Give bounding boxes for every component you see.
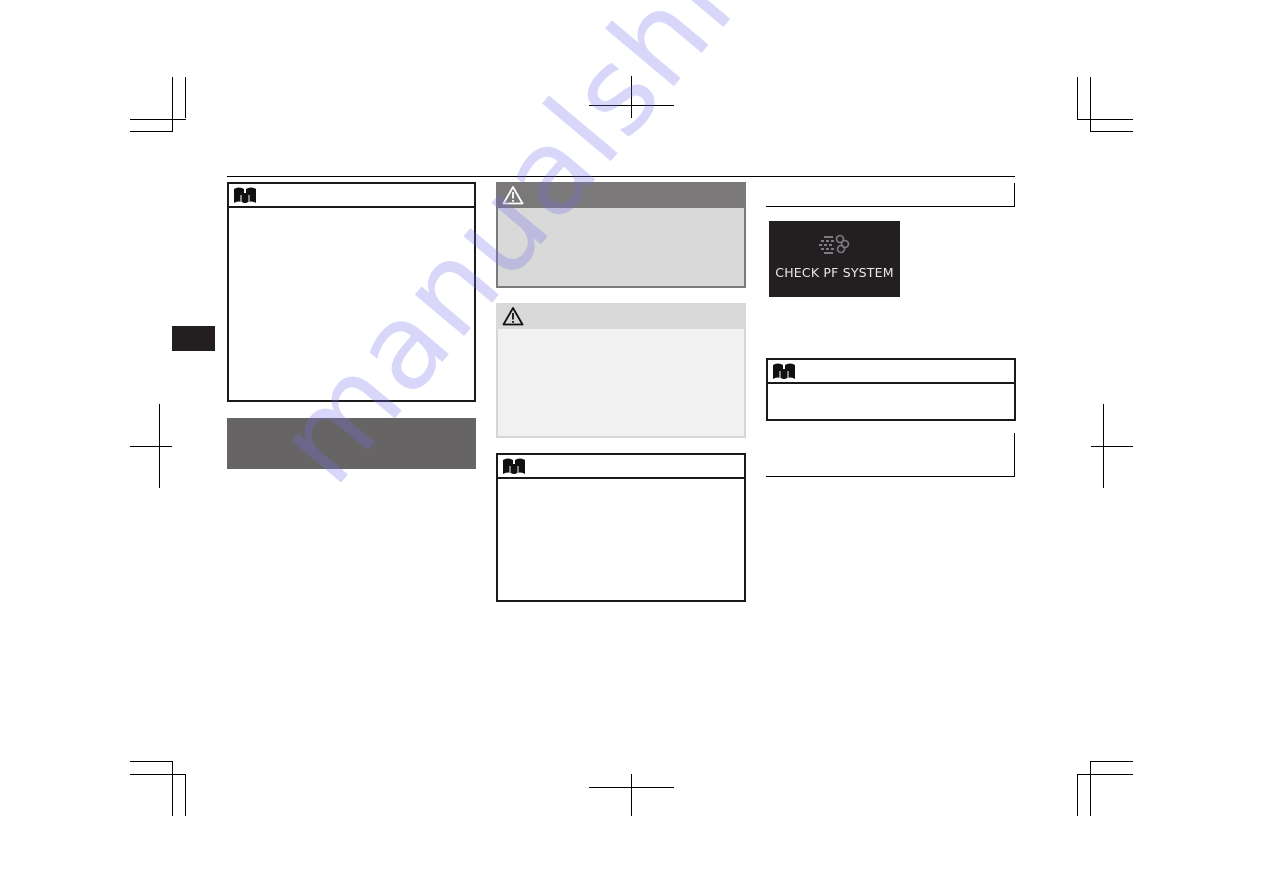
crop-mark	[589, 787, 674, 788]
note-box	[227, 182, 476, 402]
crop-mark	[1077, 119, 1133, 120]
header-rule	[227, 176, 1015, 177]
crop-mark	[130, 774, 186, 775]
note-header	[229, 184, 474, 208]
section-heading-band	[227, 418, 476, 469]
crop-mark	[1090, 761, 1091, 816]
warning-triangle-icon	[502, 186, 524, 205]
crop-mark	[172, 761, 173, 816]
info-display-illustration: CHECK PF SYSTEM	[769, 221, 900, 297]
crop-mark	[172, 77, 173, 131]
caution-header	[496, 303, 746, 329]
crop-mark	[1090, 77, 1091, 131]
crop-mark	[589, 105, 674, 106]
crop-mark	[1090, 761, 1133, 762]
crop-mark	[631, 76, 632, 118]
note-header	[768, 360, 1014, 384]
book-icon	[503, 458, 525, 474]
crop-mark	[130, 119, 186, 120]
crop-mark	[1077, 77, 1078, 119]
warning-box	[496, 182, 746, 288]
crop-mark	[1077, 774, 1133, 775]
crop-mark	[1091, 446, 1133, 447]
section-heading-bar	[766, 433, 1015, 477]
crop-mark	[631, 774, 632, 816]
crop-mark	[130, 446, 172, 447]
book-icon	[234, 187, 256, 203]
crop-mark	[130, 761, 173, 762]
book-icon	[773, 363, 795, 379]
crop-mark	[185, 77, 186, 118]
crop-mark	[1090, 131, 1133, 132]
display-message: CHECK PF SYSTEM	[775, 265, 894, 280]
note-box	[496, 453, 746, 602]
chapter-tab	[172, 326, 215, 351]
section-heading-bar	[766, 183, 1015, 207]
particulate-filter-warning-icon	[819, 234, 850, 254]
caution-box	[496, 303, 746, 438]
crop-mark	[1077, 774, 1078, 816]
crop-mark	[130, 131, 173, 132]
note-box	[766, 358, 1016, 421]
warning-header	[496, 182, 746, 208]
warning-triangle-icon	[502, 307, 524, 326]
crop-mark	[185, 774, 186, 816]
note-header	[498, 455, 744, 479]
